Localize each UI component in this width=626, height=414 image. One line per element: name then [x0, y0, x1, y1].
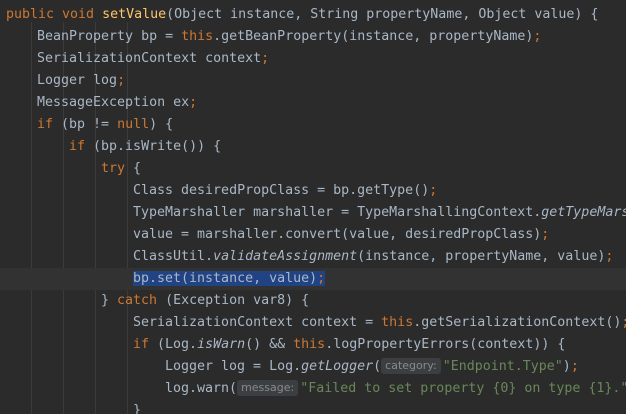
code-text: Logger log = Log.getLogger(category: "End… [165, 356, 579, 378]
code-token: { [133, 161, 142, 176]
code-token: ; [189, 95, 198, 110]
code-text: public void setValue(Object instance, St… [6, 4, 598, 26]
code-token: this [381, 315, 414, 330]
code-line[interactable]: } catch (Exception var8) { [0, 290, 626, 312]
code-token: isWarn [197, 337, 246, 352]
code-line[interactable]: value = marshaller.convert(value, desire… [0, 224, 626, 246]
code-token: (Exception var8) { [165, 293, 310, 308]
code-token: () && [245, 337, 294, 352]
code-token: ; [261, 51, 270, 66]
code-token: ; [621, 315, 626, 330]
code-line[interactable]: ClassUtil.validateAssignment(instance, p… [0, 246, 626, 268]
code-token: ) { [149, 117, 174, 132]
parameter-hint: category: [381, 358, 441, 374]
code-token: public void [6, 7, 103, 22]
code-text: Class desiredPropClass = bp.getType(); [133, 180, 437, 202]
code-token: "Endpoint.Type" [442, 359, 563, 374]
code-token: .getSerializationContext() [413, 315, 622, 330]
code-token: if [133, 337, 158, 352]
code-token: SerializationContext context [37, 51, 262, 66]
code-token: setValue [102, 7, 167, 22]
code-token: log.warn( [165, 381, 238, 396]
code-line[interactable]: } [0, 400, 626, 414]
code-text: if (bp.isWrite()) { [69, 136, 221, 158]
code-token: Logger log [37, 73, 118, 88]
code-token: ClassUtil. [133, 249, 214, 264]
code-token: TypeMarshaller marshaller = TypeMarshall… [133, 205, 542, 220]
code-line[interactable]: public void setValue(Object instance, St… [0, 4, 626, 26]
code-text: Logger log; [37, 70, 125, 92]
code-token: if [37, 117, 62, 132]
code-line[interactable]: if (bp != null) { [0, 114, 626, 136]
code-token: MessageException ex [37, 95, 190, 110]
code-line[interactable]: BeanProperty bp = this.getBeanProperty(i… [0, 26, 626, 48]
code-line[interactable]: if (Log.isWarn() && this.logPropertyErro… [0, 334, 626, 356]
code-token: value = marshaller.convert(value, desire… [133, 227, 542, 242]
code-token: getTypeMarshaller [541, 205, 626, 220]
code-token: ; [317, 271, 326, 286]
code-text: bp.set(instance, value); [133, 268, 326, 290]
code-token: ; [429, 183, 438, 198]
code-text: if (Log.isWarn() && this.logPropertyErro… [133, 334, 565, 356]
parameter-hint: message: [237, 380, 299, 396]
code-text: SerializationContext context = this.getS… [133, 312, 626, 334]
code-token: getLogger [301, 359, 374, 374]
code-text: if (bp != null) { [37, 114, 173, 136]
code-token: } [101, 293, 118, 308]
code-token: "Failed to set property {0} on type {1}.… [300, 381, 626, 396]
code-token: Class desiredPropClass = bp.getType() [133, 183, 430, 198]
code-text: } catch (Exception var8) { [101, 290, 309, 312]
code-token: .logPropertyErrors(context)) { [325, 337, 566, 352]
code-token: if [69, 139, 94, 154]
code-text: SerializationContext context; [37, 48, 269, 70]
code-text: } [133, 400, 141, 414]
code-text: try { [101, 158, 141, 180]
code-token: BeanProperty bp = [37, 29, 182, 44]
code-line[interactable]: Logger log; [0, 70, 626, 92]
code-token: SerializationContext context = [133, 315, 382, 330]
code-token: ; [605, 249, 614, 264]
code-line[interactable]: SerializationContext context = this.getS… [0, 312, 626, 334]
code-line[interactable]: try { [0, 158, 626, 180]
code-token: (bp.isWrite()) { [93, 139, 222, 154]
code-text: value = marshaller.convert(value, desire… [133, 224, 549, 246]
code-line[interactable]: Logger log = Log.getLogger(category: "End… [0, 356, 626, 378]
code-token: try [101, 161, 134, 176]
code-text: BeanProperty bp = this.getBeanProperty(i… [37, 26, 541, 48]
code-token: } [133, 403, 142, 414]
code-line[interactable]: MessageException ex; [0, 92, 626, 114]
code-token: ) [562, 359, 571, 374]
code-text: log.warn(message: "Failed to set property… [165, 378, 626, 400]
code-line[interactable]: SerializationContext context; [0, 48, 626, 70]
code-token: ; [541, 227, 550, 242]
code-token: (bp != [61, 117, 118, 132]
code-text: MessageException ex; [37, 92, 197, 114]
code-token: this [293, 337, 326, 352]
code-token: null [117, 117, 150, 132]
code-token: validateAssignment [213, 249, 358, 264]
code-token: ; [117, 73, 126, 88]
code-token: .getBeanProperty(instance, propertyName) [213, 29, 534, 44]
code-editor[interactable]: public void setValue(Object instance, St… [0, 0, 626, 414]
code-token: (Log. [157, 337, 198, 352]
code-line[interactable]: TypeMarshaller marshaller = TypeMarshall… [0, 202, 626, 224]
code-text: ClassUtil.validateAssignment(instance, p… [133, 246, 613, 268]
code-line[interactable]: log.warn(message: "Failed to set property… [0, 378, 626, 400]
code-token: bp.set(instance, value) [133, 271, 318, 286]
code-text: TypeMarshaller marshaller = TypeMarshall… [133, 202, 626, 224]
code-token: ; [533, 29, 542, 44]
code-line[interactable]: if (bp.isWrite()) { [0, 136, 626, 158]
code-token: ( [373, 359, 382, 374]
code-line[interactable]: bp.set(instance, value); [0, 268, 626, 290]
code-token: (instance, propertyName, value) [357, 249, 606, 264]
code-line[interactable]: Class desiredPropClass = bp.getType(); [0, 180, 626, 202]
code-token: ; [570, 359, 579, 374]
code-token: Logger log = Log. [165, 359, 302, 374]
code-token: (Object instance, String propertyName, O… [166, 7, 599, 22]
code-token: catch [117, 293, 166, 308]
code-token: this [181, 29, 214, 44]
